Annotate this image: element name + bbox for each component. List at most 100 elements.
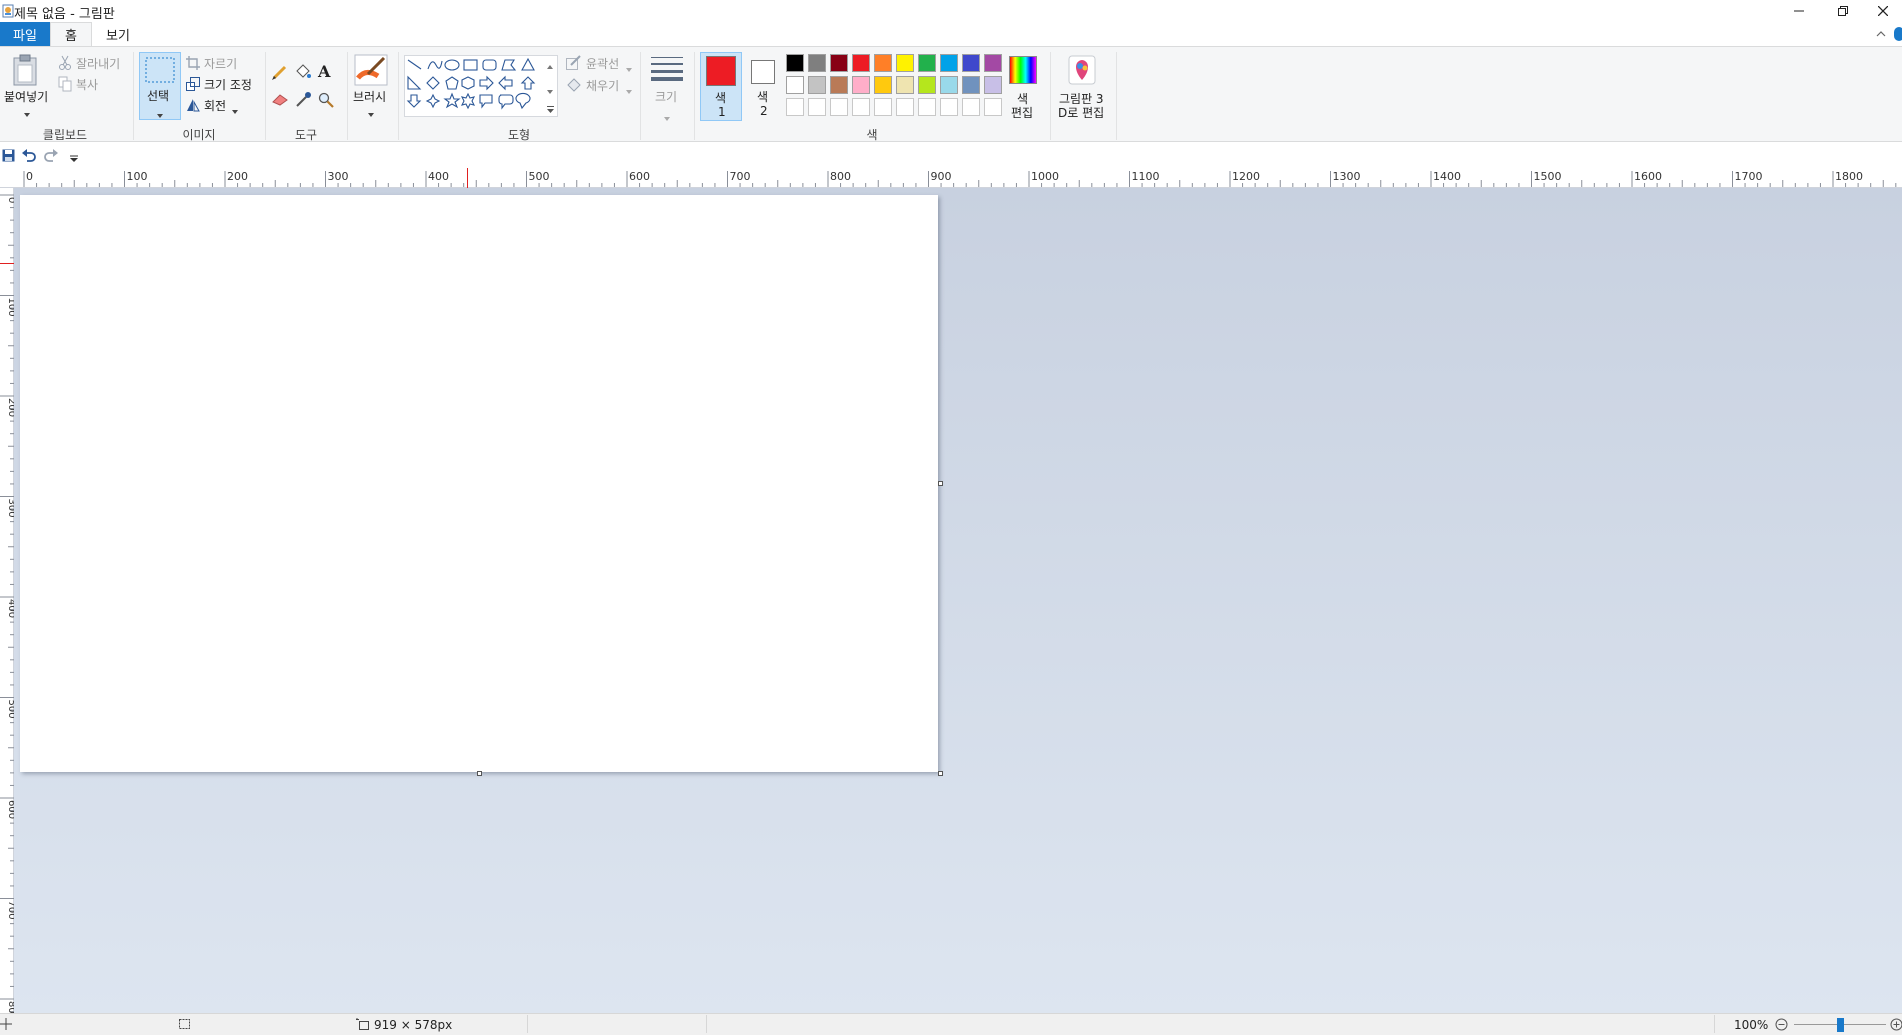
curve-shape-icon <box>427 60 443 70</box>
resize-handle-right[interactable] <box>938 481 943 486</box>
palette-swatch-empty[interactable] <box>940 98 958 116</box>
chevron-down-icon <box>24 106 30 120</box>
drawing-canvas[interactable] <box>20 195 938 772</box>
zoom-slider-thumb[interactable] <box>1837 1018 1844 1032</box>
canvas-size-icon <box>356 1018 370 1033</box>
color-spectrum-icon <box>1009 56 1037 84</box>
palette-swatch[interactable] <box>896 54 914 72</box>
edit-colors-button[interactable]: 색 편집 <box>1006 52 1042 120</box>
palette-swatch-empty[interactable] <box>874 98 892 116</box>
palette-swatch[interactable] <box>896 76 914 94</box>
chevron-down-icon <box>626 61 632 75</box>
color1-button[interactable]: 색 1 <box>700 52 742 121</box>
palette-swatch-empty[interactable] <box>962 98 980 116</box>
crop-button[interactable]: 자르기 <box>186 54 258 72</box>
customize-toolbar-icon[interactable] <box>70 152 78 166</box>
fill-button[interactable]: 채우기 <box>566 76 636 94</box>
fill-label: 채우기 <box>586 79 620 93</box>
rounded-callout-shape-icon <box>498 94 514 110</box>
pentagon-shape-icon <box>445 76 459 90</box>
zoom-out-icon[interactable] <box>1775 1018 1788 1034</box>
help-icon[interactable] <box>1894 27 1902 41</box>
tab-view[interactable]: 보기 <box>92 22 144 46</box>
palette-swatch[interactable] <box>918 54 936 72</box>
gallery-scroll-up-icon[interactable] <box>547 58 553 72</box>
horizontal-ruler-scale: 0 100 200 300 400 500 600 700 800 900 1000 1100 1200… <box>0 168 1902 188</box>
palette-swatch[interactable] <box>874 76 892 94</box>
restore-button[interactable] <box>1820 0 1866 22</box>
zoom-slider[interactable] <box>1794 1018 1886 1032</box>
outline-button[interactable]: 윤곽선 <box>566 54 636 72</box>
palette-swatch[interactable] <box>786 54 804 72</box>
fill-bucket-icon[interactable] <box>294 63 312 84</box>
triangle-shape-icon <box>521 57 535 71</box>
scissors-icon <box>58 55 72 74</box>
palette-swatch-empty[interactable] <box>918 98 936 116</box>
palette-swatch-empty[interactable] <box>808 98 826 116</box>
palette-swatch[interactable] <box>940 76 958 94</box>
up-arrow-shape-icon <box>520 76 536 90</box>
undo-icon[interactable] <box>22 149 36 165</box>
right-triangle-shape-icon <box>407 75 422 90</box>
ruler-label: 200 <box>6 398 14 417</box>
status-separator <box>706 1015 707 1033</box>
six-point-star-shape-icon <box>460 92 476 110</box>
cut-button[interactable]: 잘라내기 <box>56 54 126 72</box>
text-tool-icon[interactable]: A <box>318 62 330 81</box>
ruler-label: 600 <box>6 800 14 819</box>
resize-label: 크기 조정 <box>204 78 252 92</box>
edit-with-paint3d-button[interactable]: 그림판 3 D로 편집 <box>1054 52 1110 120</box>
right-arrow-shape-icon <box>479 75 494 91</box>
palette-swatch[interactable] <box>984 54 1002 72</box>
redo-icon[interactable] <box>44 149 58 165</box>
magnifier-icon[interactable] <box>318 92 334 111</box>
brushes-button[interactable]: 브러시 <box>351 52 391 120</box>
palette-swatch[interactable] <box>962 54 980 72</box>
resize-handle-bottom[interactable] <box>477 771 482 776</box>
resize-handle-corner[interactable] <box>938 771 943 776</box>
palette-swatch-empty[interactable] <box>786 98 804 116</box>
palette-swatch[interactable] <box>808 76 826 94</box>
select-button[interactable]: 선택 <box>139 52 181 120</box>
palette-swatch-empty[interactable] <box>830 98 848 116</box>
minimize-button[interactable] <box>1776 0 1822 22</box>
palette-swatch[interactable] <box>874 54 892 72</box>
ruler-label: 900 <box>931 170 952 183</box>
palette-swatch[interactable] <box>852 54 870 72</box>
palette-swatch[interactable] <box>918 76 936 94</box>
pencil-icon[interactable] <box>271 63 289 84</box>
palette-swatch[interactable] <box>984 76 1002 94</box>
polygon-shape-icon <box>501 59 517 71</box>
eraser-icon[interactable] <box>271 92 289 109</box>
palette-swatch[interactable] <box>830 54 848 72</box>
size-button[interactable]: 크기 <box>646 52 688 121</box>
palette-swatch[interactable] <box>852 76 870 94</box>
palette-swatch[interactable] <box>940 54 958 72</box>
paint-app-icon[interactable] <box>2 4 14 18</box>
gallery-scroll-down-icon[interactable] <box>547 83 553 97</box>
clipboard-group-label: 클립보드 <box>42 128 88 142</box>
color2-button[interactable]: 색 2 <box>746 52 786 121</box>
gallery-expand-icon[interactable] <box>547 102 554 116</box>
close-button[interactable] <box>1864 0 1902 22</box>
rotate-button[interactable]: 회전 <box>186 96 246 114</box>
palette-swatch[interactable] <box>786 76 804 94</box>
tab-home[interactable]: 홈 <box>50 22 92 46</box>
chevron-down-icon <box>368 106 374 120</box>
zoom-in-icon[interactable] <box>1890 1018 1902 1034</box>
save-icon[interactable] <box>2 149 15 165</box>
ruler-label: 200 <box>227 170 248 183</box>
paste-button[interactable]: 붙여넣기 <box>4 52 50 120</box>
color-picker-icon[interactable] <box>294 91 312 112</box>
palette-swatch-empty[interactable] <box>896 98 914 116</box>
tab-file[interactable]: 파일 <box>0 22 50 46</box>
collapse-ribbon-icon[interactable] <box>1876 27 1886 41</box>
palette-swatch-empty[interactable] <box>984 98 1002 116</box>
resize-button[interactable]: 크기 조정 <box>186 75 270 93</box>
palette-swatch[interactable] <box>830 76 848 94</box>
palette-swatch-empty[interactable] <box>852 98 870 116</box>
shapes-group-label: 도형 <box>507 128 531 142</box>
palette-swatch[interactable] <box>962 76 980 94</box>
palette-swatch[interactable] <box>808 54 826 72</box>
copy-button[interactable]: 복사 <box>56 75 116 93</box>
